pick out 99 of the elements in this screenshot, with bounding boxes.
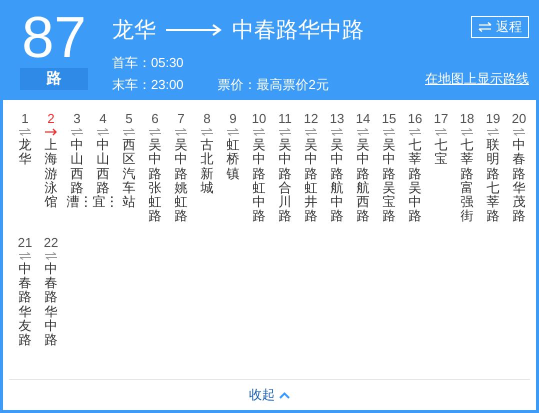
stop-name: 中春路华茂路: [511, 138, 526, 224]
two-way-arrow-icon: [513, 128, 525, 136]
two-way-arrow-icon: [123, 128, 135, 136]
stop-number: 19: [486, 110, 500, 128]
two-way-arrow-icon: [227, 128, 239, 136]
two-way-arrow-icon: [279, 128, 291, 136]
two-way-arrow-icon: [97, 128, 109, 136]
stop-item[interactable]: 22 中春路华中路: [38, 234, 64, 348]
stop-number: 5: [125, 110, 133, 128]
stop-name: 七宝: [433, 138, 448, 167]
stop-item[interactable]: 17 七宝: [428, 110, 454, 224]
stop-number: 13: [330, 110, 344, 128]
two-way-arrow-icon: [487, 128, 499, 136]
right-arrow-icon: [45, 128, 57, 136]
stop-item[interactable]: 8 古北新城: [194, 110, 220, 224]
stop-item[interactable]: 11 吴中路合川路: [272, 110, 298, 224]
route-suffix-label: 路: [20, 68, 88, 90]
two-way-arrow-icon: [149, 128, 161, 136]
stop-name: 西区汽车站: [121, 138, 136, 210]
stop-name: 七莘路吴中路: [407, 138, 422, 224]
two-way-arrow-icon: [461, 128, 473, 136]
stop-name: 吴中路航西路: [355, 138, 370, 224]
stop-item[interactable]: 21 中春路华友路: [12, 234, 38, 348]
two-way-arrow-icon: [305, 128, 317, 136]
stop-item[interactable]: 13 吴中路航中路: [324, 110, 350, 224]
two-way-arrow-icon: [331, 128, 343, 136]
stop-name: 上海游泳馆: [43, 138, 58, 210]
stop-item[interactable]: 1 龙华: [12, 110, 38, 224]
stop-number: 17: [434, 110, 448, 128]
stop-name: 联明路七莘路: [485, 138, 500, 224]
collapse-button[interactable]: 收起: [243, 385, 296, 405]
right-arrow-icon: [166, 24, 222, 36]
two-way-arrow-icon: [201, 128, 213, 136]
last-bus-time: 末车：23:00: [112, 76, 184, 94]
two-way-arrow-icon: [357, 128, 369, 136]
stop-item[interactable]: 20 中春路华茂路: [506, 110, 532, 224]
route-number: 87: [22, 8, 86, 68]
stop-item[interactable]: 18 七莘路富强街: [454, 110, 480, 224]
stop-item[interactable]: 15 吴中路吴宝路: [376, 110, 402, 224]
stop-item[interactable]: 16 七莘路吴中路: [402, 110, 428, 224]
stop-number: 22: [44, 234, 58, 252]
two-way-arrow-icon: [253, 128, 265, 136]
origin-stop: 龙华: [112, 16, 156, 44]
stop-item[interactable]: 9 虹桥镇: [220, 110, 246, 224]
stop-name: 龙华: [17, 138, 32, 167]
stop-name: 吴中路航中路: [329, 138, 344, 224]
stop-name: 中山西路宜︙: [92, 138, 114, 210]
stop-item[interactable]: 6 吴中路张虹路: [142, 110, 168, 224]
stop-name: 吴中路吴宝路: [381, 138, 396, 224]
stop-name: 吴中路虹井路: [303, 138, 318, 224]
stop-number: 20: [512, 110, 526, 128]
stop-name: 七莘路富强街: [459, 138, 474, 224]
swap-arrows-icon: [478, 22, 492, 32]
stop-name: 古北新城: [199, 138, 214, 196]
stop-number: 2: [47, 110, 55, 128]
stop-item[interactable]: 2 上海游泳馆: [38, 110, 64, 224]
fare-text: 票价：最高票价2元: [218, 76, 329, 94]
stop-number: 14: [356, 110, 370, 128]
stop-number: 1: [21, 110, 29, 128]
two-way-arrow-icon: [19, 252, 31, 260]
stop-number: 3: [73, 110, 81, 128]
chevron-up-icon: [279, 392, 290, 398]
two-way-arrow-icon: [409, 128, 421, 136]
stop-number: 11: [278, 110, 292, 128]
two-way-arrow-icon: [19, 128, 31, 136]
stop-number: 4: [99, 110, 107, 128]
stop-name: 中春路华友路: [17, 262, 32, 348]
first-bus-time: 首车：05:30: [112, 54, 184, 72]
stop-name: 吴中路姚虹路: [173, 138, 188, 224]
stop-item[interactable]: 19 联明路七莘路: [480, 110, 506, 224]
stop-item[interactable]: 10 吴中路虹中路: [246, 110, 272, 224]
stop-item[interactable]: 5 西区汽车站: [116, 110, 142, 224]
stop-name: 吴中路张虹路: [147, 138, 162, 224]
stop-name: 中山西路漕︙: [66, 138, 88, 210]
stop-number: 12: [304, 110, 318, 128]
stop-number: 10: [252, 110, 266, 128]
stop-item[interactable]: 7 吴中路姚虹路: [168, 110, 194, 224]
stop-number: 6: [151, 110, 159, 128]
two-way-arrow-icon: [175, 128, 187, 136]
two-way-arrow-icon: [435, 128, 447, 136]
stop-number: 18: [460, 110, 474, 128]
stop-number: 15: [382, 110, 396, 128]
stop-name: 虹桥镇: [225, 138, 240, 181]
stop-item[interactable]: 4 中山西路宜︙: [90, 110, 116, 224]
stop-name: 中春路华中路: [43, 262, 58, 348]
stop-number: 16: [408, 110, 422, 128]
destination-stop: 中春路华中路: [232, 16, 364, 44]
stop-item[interactable]: 12 吴中路虹井路: [298, 110, 324, 224]
stop-name: 吴中路合川路: [277, 138, 292, 224]
two-way-arrow-icon: [71, 128, 83, 136]
stop-item[interactable]: 3 中山西路漕︙: [64, 110, 90, 224]
stop-number: 8: [203, 110, 211, 128]
stop-number: 21: [18, 234, 32, 252]
stop-number: 9: [229, 110, 237, 128]
two-way-arrow-icon: [45, 252, 57, 260]
two-way-arrow-icon: [383, 128, 395, 136]
stop-name: 吴中路虹中路: [251, 138, 266, 224]
stop-item[interactable]: 14 吴中路航西路: [350, 110, 376, 224]
stop-number: 7: [177, 110, 185, 128]
